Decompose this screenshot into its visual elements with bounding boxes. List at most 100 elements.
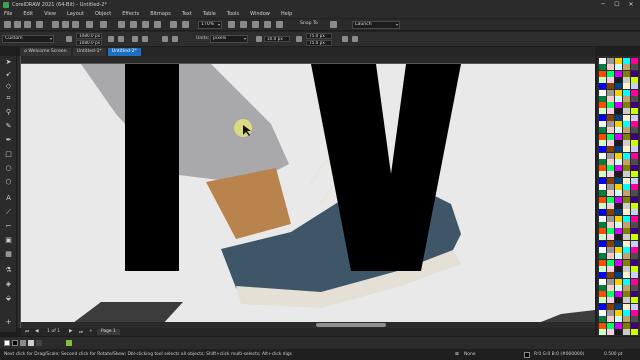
menu-text[interactable]: Text [182, 11, 192, 17]
palette-swatch[interactable] [607, 158, 614, 165]
palette-swatch[interactable] [615, 215, 622, 222]
palette-swatch[interactable] [631, 146, 638, 153]
show-rulers-icon[interactable] [182, 21, 189, 28]
guidelines-icon[interactable] [252, 21, 259, 28]
palette-swatch[interactable] [615, 291, 622, 298]
next-page-icon[interactable]: ▶ [69, 329, 73, 334]
all-pages-icon[interactable] [132, 36, 138, 42]
full-screen-icon[interactable] [170, 21, 177, 28]
palette-swatch[interactable] [615, 234, 622, 241]
palette-swatch[interactable] [599, 297, 606, 304]
tab-welcome-screen[interactable]: ⌂ Welcome Screen [20, 48, 71, 56]
palette-swatch[interactable] [607, 165, 614, 172]
menu-edit[interactable]: Edit [23, 11, 33, 17]
palette-swatch[interactable] [615, 158, 622, 165]
palette-swatch[interactable] [631, 133, 638, 140]
swatch-green[interactable] [66, 340, 72, 346]
palette-swatch[interactable] [615, 121, 622, 127]
palette-swatch[interactable] [607, 303, 614, 310]
palette-swatch[interactable] [623, 322, 630, 329]
palette-swatch[interactable] [607, 95, 614, 102]
palette-swatch[interactable] [615, 328, 622, 335]
palette-swatch[interactable] [599, 284, 606, 291]
palette-swatch[interactable] [599, 76, 606, 83]
palette-swatch[interactable] [631, 316, 638, 323]
palette-swatch[interactable] [623, 291, 630, 298]
palette-swatch[interactable] [599, 158, 606, 165]
zoom-tool-icon[interactable]: ⚲ [4, 108, 13, 116]
palette-swatch[interactable] [607, 184, 614, 190]
palette-swatch[interactable] [599, 303, 606, 310]
palette-swatch[interactable] [607, 265, 614, 272]
palette-swatch[interactable] [623, 146, 630, 153]
palette-swatch[interactable] [631, 95, 638, 102]
palette-swatch[interactable] [607, 196, 614, 203]
page-1-tab[interactable]: Page 1 [97, 329, 120, 335]
palette-swatch[interactable] [599, 184, 606, 190]
palette-swatch[interactable] [599, 64, 606, 71]
palette-swatch[interactable] [615, 322, 622, 329]
palette-swatch[interactable] [615, 114, 622, 121]
palette-swatch[interactable] [631, 253, 638, 260]
ellipse-tool-icon[interactable]: ○ [4, 164, 13, 172]
palette-swatch[interactable] [631, 190, 638, 197]
palette-swatch[interactable] [623, 102, 630, 109]
palette-swatch[interactable] [623, 108, 630, 115]
palette-swatch[interactable] [623, 152, 630, 159]
palette-swatch[interactable] [599, 121, 606, 127]
menu-view[interactable]: View [44, 11, 56, 17]
snap-magnet-icon[interactable] [276, 21, 283, 28]
palette-swatch[interactable] [615, 228, 622, 235]
palette-swatch[interactable] [631, 158, 638, 165]
palette-swatch[interactable] [599, 165, 606, 172]
palette-swatch[interactable] [631, 64, 638, 71]
palette-swatch[interactable] [599, 310, 606, 316]
palette-swatch[interactable] [599, 215, 606, 222]
palette-swatch[interactable] [631, 196, 638, 203]
page-width-field[interactable]: 1080.0 px [76, 33, 102, 39]
palette-swatch[interactable] [599, 139, 606, 146]
palette-swatch[interactable] [631, 272, 638, 279]
search-content-icon[interactable] [118, 21, 125, 28]
palette-swatch[interactable] [599, 278, 606, 285]
nudge-distance-field[interactable]: 10.0 px [264, 36, 290, 42]
palette-swatch[interactable] [623, 265, 630, 272]
palette-swatch[interactable] [631, 221, 638, 228]
palette-swatch[interactable] [623, 184, 630, 190]
palette-swatch[interactable] [631, 83, 638, 90]
palette-swatch[interactable] [623, 303, 630, 310]
palette-swatch[interactable] [599, 202, 606, 209]
palette-swatch[interactable] [623, 58, 630, 64]
palette-swatch[interactable] [599, 95, 606, 102]
palette-swatch[interactable] [599, 171, 606, 178]
palette-swatch[interactable] [607, 108, 614, 115]
palette-swatch[interactable] [623, 215, 630, 222]
palette-swatch[interactable] [599, 272, 606, 279]
menu-file[interactable]: File [4, 11, 12, 17]
palette-swatch[interactable] [631, 114, 638, 121]
current-page-icon[interactable] [142, 36, 148, 42]
palette-swatch[interactable] [631, 284, 638, 291]
swatch-light-gray[interactable] [28, 340, 34, 346]
options-gear-icon[interactable] [330, 21, 337, 28]
rulers-icon[interactable] [264, 21, 271, 28]
palette-swatch[interactable] [615, 209, 622, 216]
palette-swatch[interactable] [631, 89, 638, 96]
palette-swatch[interactable] [599, 58, 606, 64]
palette-swatch[interactable] [631, 177, 638, 184]
palette-swatch[interactable] [599, 316, 606, 323]
palette-swatch[interactable] [623, 139, 630, 146]
palette-swatch[interactable] [623, 316, 630, 323]
add-tool-icon[interactable]: + [4, 318, 13, 326]
palette-swatch[interactable] [631, 184, 638, 190]
palette-swatch[interactable] [623, 234, 630, 241]
page-border-icon[interactable] [172, 36, 178, 42]
palette-swatch[interactable] [599, 83, 606, 90]
palette-swatch[interactable] [607, 70, 614, 77]
menu-window[interactable]: Window [250, 11, 270, 17]
save-icon[interactable] [24, 21, 31, 28]
palette-swatch[interactable] [615, 184, 622, 190]
palette-swatch[interactable] [623, 177, 630, 184]
palette-swatch[interactable] [599, 89, 606, 96]
palette-swatch[interactable] [631, 171, 638, 178]
